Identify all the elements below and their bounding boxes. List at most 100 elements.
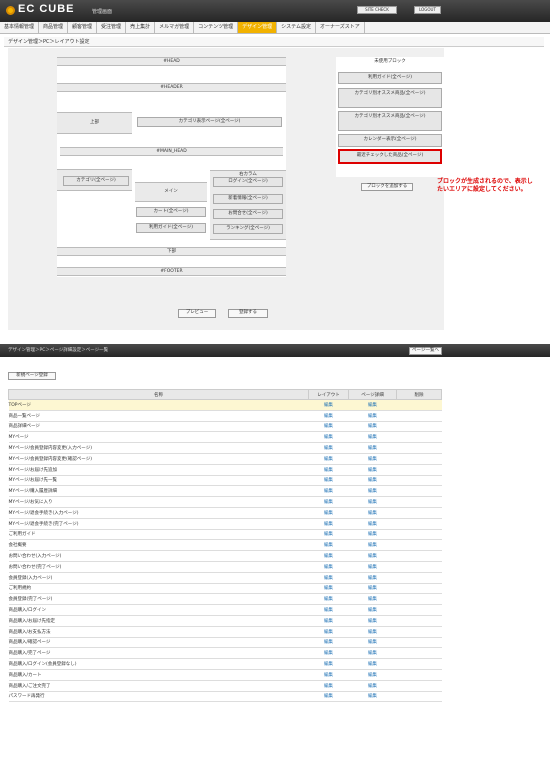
edit-detail-link[interactable]: 編集 bbox=[348, 691, 397, 703]
edit-detail-link[interactable]: 編集 bbox=[348, 680, 397, 692]
edit-detail-link[interactable]: 編集 bbox=[348, 496, 397, 508]
edit-detail-link[interactable]: 編集 bbox=[348, 669, 397, 681]
edit-layout-link[interactable]: 編集 bbox=[308, 647, 349, 660]
edit-layout-link[interactable]: 編集 bbox=[308, 604, 349, 616]
new-page-button[interactable]: 新規ページ登録 bbox=[8, 372, 56, 380]
edit-detail-link[interactable]: 編集 bbox=[348, 615, 397, 627]
page-name: 商品購入/ご注文完了 bbox=[8, 680, 309, 692]
edit-detail-link[interactable]: 編集 bbox=[348, 637, 397, 649]
table-row: MYページ/会員登録内容変更(確認ページ) 編集 編集 bbox=[8, 453, 442, 465]
edit-layout-link[interactable]: 編集 bbox=[308, 399, 349, 411]
edit-layout-link[interactable]: 編集 bbox=[308, 442, 349, 454]
edit-layout-link[interactable]: 編集 bbox=[308, 637, 349, 649]
nav-customers[interactable]: 顧客管理 bbox=[68, 22, 98, 33]
unused-block-3[interactable]: カテゴリ別オススメ商品(全ページ) bbox=[338, 111, 442, 131]
edit-layout-link[interactable]: 編集 bbox=[308, 572, 349, 584]
page-list-table: 名称 レイアウト ページ詳細 削除 TOPページ 編集 編集 商品一覧ページ 編集 編集商… bbox=[8, 389, 442, 703]
edit-layout-link[interactable]: 編集 bbox=[308, 453, 349, 465]
page-list-button[interactable]: ページ一覧へ bbox=[409, 347, 442, 355]
edit-layout-link[interactable]: 編集 bbox=[308, 485, 349, 498]
edit-layout-link[interactable]: 編集 bbox=[308, 658, 349, 670]
delete-cell bbox=[396, 529, 442, 541]
edit-layout-link[interactable]: 編集 bbox=[308, 539, 349, 552]
edit-layout-link[interactable]: 編集 bbox=[308, 561, 349, 573]
unused-block-4[interactable]: カレンダー表示(全ページ) bbox=[338, 134, 442, 147]
edit-detail-link[interactable]: 編集 bbox=[348, 529, 397, 541]
site-check-button[interactable]: SITE CHECK bbox=[357, 6, 397, 14]
edit-detail-link[interactable]: 編集 bbox=[348, 453, 397, 465]
edit-layout-link[interactable]: 編集 bbox=[308, 431, 349, 444]
edit-detail-link[interactable]: 編集 bbox=[348, 421, 397, 433]
edit-layout-link[interactable]: 編集 bbox=[308, 691, 349, 703]
right-block-3[interactable]: ランキング(全ページ) bbox=[213, 224, 283, 234]
top-block[interactable]: カテゴリ表示ページ(全ページ) bbox=[137, 117, 282, 127]
nav-system[interactable]: システム設定 bbox=[277, 22, 316, 33]
edit-detail-link[interactable]: 編集 bbox=[348, 593, 397, 606]
main-block-1[interactable]: カート(全ページ) bbox=[136, 207, 206, 217]
callout-note: ブロックが生成されるので、表示したいエリアに設定してください。 bbox=[437, 178, 533, 193]
logout-button[interactable]: LOGOUT bbox=[414, 6, 441, 14]
edit-layout-link[interactable]: 編集 bbox=[308, 550, 349, 562]
edit-layout-link[interactable]: 編集 bbox=[308, 464, 349, 476]
table-row: 商品購入/完了ページ 編集 編集 bbox=[8, 647, 442, 660]
edit-layout-link[interactable]: 編集 bbox=[308, 669, 349, 681]
edit-layout-link[interactable]: 編集 bbox=[308, 593, 349, 606]
edit-layout-link[interactable]: 編集 bbox=[308, 475, 349, 487]
edit-detail-link[interactable]: 編集 bbox=[348, 442, 397, 454]
edit-layout-link[interactable]: 編集 bbox=[308, 529, 349, 541]
delete-cell bbox=[396, 615, 442, 627]
table-row: 商品購入/ご注文完了 編集 編集 bbox=[8, 680, 442, 692]
edit-detail-link[interactable]: 編集 bbox=[348, 485, 397, 498]
edit-detail-link[interactable]: 編集 bbox=[348, 539, 397, 552]
edit-detail-link[interactable]: 編集 bbox=[348, 410, 397, 422]
edit-detail-link[interactable]: 編集 bbox=[348, 604, 397, 616]
edit-detail-link[interactable]: 編集 bbox=[348, 464, 397, 476]
nav-basic[interactable]: 基本情報管理 bbox=[0, 22, 40, 33]
nav-products[interactable]: 商品管理 bbox=[39, 22, 69, 33]
page-name: 商品一覧ページ bbox=[8, 410, 309, 422]
edit-detail-link[interactable]: 編集 bbox=[348, 658, 397, 670]
add-block-button[interactable]: ブロックを追加する bbox=[361, 183, 413, 191]
nav-mailmag[interactable]: メルマガ管理 bbox=[155, 22, 195, 33]
left-block[interactable]: カテゴリ(全ページ) bbox=[63, 176, 129, 186]
edit-layout-link[interactable]: 編集 bbox=[308, 626, 349, 638]
edit-detail-link[interactable]: 編集 bbox=[348, 647, 397, 660]
edit-detail-link[interactable]: 編集 bbox=[348, 518, 397, 530]
edit-layout-link[interactable]: 編集 bbox=[308, 680, 349, 692]
edit-detail-link[interactable]: 編集 bbox=[348, 507, 397, 519]
nav-orders[interactable]: 受注管理 bbox=[97, 22, 127, 33]
edit-layout-link[interactable]: 編集 bbox=[308, 496, 349, 508]
edit-detail-link[interactable]: 編集 bbox=[348, 431, 397, 444]
unused-block-2[interactable]: カテゴリ別オススメ商品(全ページ) bbox=[338, 88, 442, 108]
edit-detail-link[interactable]: 編集 bbox=[348, 572, 397, 584]
main-block-3[interactable]: お問合せ(全ページ) bbox=[213, 209, 283, 219]
edit-detail-link[interactable]: 編集 bbox=[348, 475, 397, 487]
edit-detail-link[interactable]: 編集 bbox=[348, 550, 397, 562]
edit-layout-link[interactable]: 編集 bbox=[308, 583, 349, 595]
nav-contents[interactable]: コンテンツ管理 bbox=[194, 22, 239, 33]
edit-layout-link[interactable]: 編集 bbox=[308, 410, 349, 422]
edit-detail-link[interactable]: 編集 bbox=[348, 399, 397, 411]
col-layout: レイアウト bbox=[308, 389, 349, 400]
register-button[interactable]: 登録する bbox=[228, 309, 268, 318]
page-name: MYページ/お気に入り bbox=[8, 496, 309, 508]
unused-block-5[interactable]: 最近チェックした商品(全ページ) bbox=[338, 149, 442, 164]
unused-blocks-title: 未使用ブロック bbox=[338, 57, 442, 67]
bottom-area: 下部 bbox=[57, 247, 286, 256]
main-block-2[interactable]: 利用ガイド(全ページ) bbox=[136, 223, 206, 233]
edit-layout-link[interactable]: 編集 bbox=[308, 615, 349, 627]
delete-cell bbox=[396, 637, 442, 649]
right-block-2[interactable]: 新着情報(全ページ) bbox=[213, 194, 283, 204]
preview-button[interactable]: プレビュー bbox=[178, 309, 216, 318]
edit-layout-link[interactable]: 編集 bbox=[308, 421, 349, 433]
unused-block-1[interactable]: 利用ガイド(全ページ) bbox=[338, 72, 442, 84]
nav-sales[interactable]: 売上集計 bbox=[126, 22, 156, 33]
edit-layout-link[interactable]: 編集 bbox=[308, 507, 349, 519]
edit-detail-link[interactable]: 編集 bbox=[348, 561, 397, 573]
edit-layout-link[interactable]: 編集 bbox=[308, 518, 349, 530]
nav-owners-store[interactable]: オーナーズストア bbox=[315, 22, 365, 33]
edit-detail-link[interactable]: 編集 bbox=[348, 583, 397, 595]
nav-design[interactable]: デザイン管理 bbox=[238, 22, 278, 33]
right-block-1[interactable]: ログイン(全ページ) bbox=[213, 177, 283, 187]
edit-detail-link[interactable]: 編集 bbox=[348, 626, 397, 638]
